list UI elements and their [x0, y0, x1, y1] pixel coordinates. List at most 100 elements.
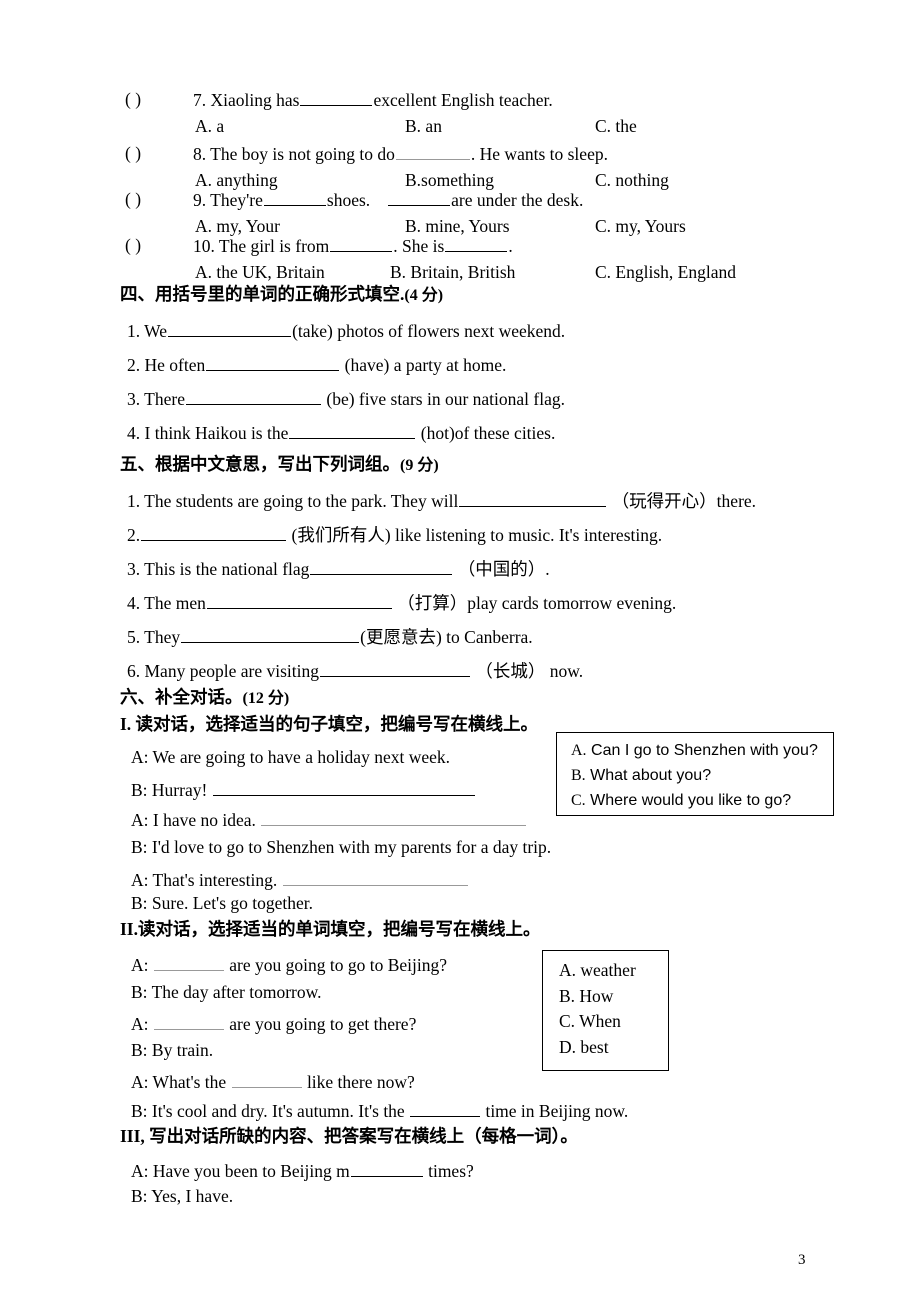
- mcq-option-9-b[interactable]: B. mine, Yours: [405, 216, 510, 237]
- answer-blank[interactable]: [168, 320, 292, 338]
- item-text-pre: 3. This is the national flag: [127, 559, 310, 580]
- dialogue-line-pre: A:: [131, 1014, 149, 1035]
- mcq-option-8-b[interactable]: B.something: [405, 170, 494, 191]
- section-five-heading-text: 五、根据中文意思，写出下列词组。: [120, 454, 400, 474]
- option-letter: B.: [571, 767, 586, 784]
- mcq-marker-8[interactable]: ( ): [125, 143, 141, 164]
- mcq-stem-9-post: are under the desk.: [451, 190, 584, 211]
- dialogue-three-line-2: B: Yes, I have.: [131, 1186, 234, 1206]
- mcq-stem-7-pre: 7. Xiaoling has: [193, 90, 300, 111]
- dialogue-line-pre: A:: [131, 955, 149, 976]
- item-text-post: (我们所有人) like listening to music. It's in…: [291, 525, 663, 546]
- section-four-heading: 四、用括号里的单词的正确形式填空.(4 分): [120, 284, 444, 304]
- answer-blank[interactable]: [153, 1013, 224, 1031]
- answer-blank[interactable]: [206, 354, 340, 372]
- dialogue-line-post: are you going to go to Beijing?: [229, 955, 447, 976]
- answer-blank[interactable]: [459, 490, 607, 508]
- answer-blank[interactable]: [212, 779, 475, 797]
- answer-blank[interactable]: [388, 189, 451, 207]
- mcq-option-10-c[interactable]: C. English, England: [595, 262, 736, 283]
- answer-blank[interactable]: [153, 954, 224, 972]
- section-six-points: (12 分): [242, 690, 290, 707]
- answer-blank[interactable]: [330, 235, 393, 253]
- mcq-option-10-a[interactable]: A. the UK, Britain: [195, 262, 325, 283]
- mcq-stem-10-post: .: [508, 236, 513, 257]
- word-option-b[interactable]: B. How: [559, 987, 668, 1006]
- section-four-points: (4 分): [404, 287, 444, 304]
- option-text: What about you?: [590, 767, 712, 784]
- section-four-item-1: 1. We (take) photos of flowers next weeke…: [127, 320, 565, 341]
- mcq-option-7-b[interactable]: B. an: [405, 116, 442, 137]
- word-option-a[interactable]: A. weather: [559, 961, 668, 980]
- mcq-option-10-b[interactable]: B. Britain, British: [390, 262, 515, 283]
- answer-blank[interactable]: [231, 1071, 302, 1089]
- mcq-stem-9: 9. They're shoes. are under the desk.: [193, 189, 583, 210]
- item-text-post: (take) photos of flowers next weekend.: [292, 321, 566, 342]
- section-five-item-1: 1. The students are going to the park. T…: [127, 490, 756, 511]
- answer-blank[interactable]: [395, 143, 470, 161]
- item-text-pre: 5. They: [127, 627, 181, 648]
- word-option-d[interactable]: D. best: [559, 1038, 668, 1057]
- section-five-item-5: 5. They (更愿意去) to Canberra.: [127, 626, 533, 647]
- answer-blank[interactable]: [319, 660, 470, 678]
- mcq-stem-10: 10. The girl is from . She is.: [193, 235, 513, 256]
- section-six-heading: 六、补全对话。(12 分): [120, 687, 290, 707]
- mcq-marker-10[interactable]: ( ): [125, 235, 141, 256]
- answer-blank[interactable]: [261, 809, 527, 827]
- answer-blank[interactable]: [186, 388, 321, 406]
- mcq-stem-8-post: . He wants to sleep.: [470, 144, 608, 165]
- dialogue-line-text: A: That's interesting.: [131, 870, 278, 891]
- option-letter: A.: [571, 742, 587, 759]
- answer-blank[interactable]: [282, 869, 468, 887]
- mcq-option-9-c[interactable]: C. my, Yours: [595, 216, 686, 237]
- dialogue-one-line-2: B: Hurray!: [131, 779, 476, 800]
- answer-blank[interactable]: [310, 558, 453, 576]
- section-four-item-2: 2. He often (have) a party at home.: [127, 354, 506, 375]
- sentence-option-c[interactable]: C. Where would you like to go?: [571, 793, 833, 809]
- dialogue-two-line-5: A: What's the like there now?: [131, 1071, 415, 1092]
- section-four-heading-text: 四、用括号里的单词的正确形式填空.: [120, 284, 405, 304]
- sentence-option-a[interactable]: A. Can I go to Shenzhen with you?: [571, 743, 833, 759]
- option-text: Can I go to Shenzhen with you?: [591, 742, 818, 759]
- dialogue-line-text: B: Hurray!: [131, 780, 208, 801]
- answer-blank[interactable]: [410, 1100, 481, 1118]
- dialogue-one-line-5: A: That's interesting.: [131, 869, 469, 890]
- dialogue-one-line-3: A: I have no idea.: [131, 809, 527, 830]
- item-text-pre: 4. I think Haikou is the: [127, 423, 289, 444]
- answer-blank[interactable]: [206, 592, 392, 610]
- section-six-part-three-heading: III, 写出对话所缺的内容、把答案写在横线上（每格一词）。: [120, 1126, 578, 1146]
- answer-blank[interactable]: [263, 189, 326, 207]
- mcq-stem-7: 7. Xiaoling has excellent English teacher…: [193, 89, 553, 110]
- answer-blank[interactable]: [300, 89, 373, 107]
- dialogue-three-line-1: A: Have you been to Beijing m times?: [131, 1160, 474, 1181]
- item-text-pre: 1. The students are going to the park. T…: [127, 491, 459, 512]
- section-six-part-one-heading: I. 读对话，选择适当的句子填空，把编号写在横线上。: [120, 714, 539, 734]
- mcq-option-7-c[interactable]: C. the: [595, 116, 637, 137]
- mcq-stem-8-pre: 8. The boy is not going to do: [193, 144, 395, 165]
- mcq-option-8-a[interactable]: A. anything: [195, 170, 278, 191]
- section-five-item-3: 3. This is the national flag （中国的）.: [127, 558, 550, 579]
- mcq-stem-9-pre: 9. They're: [193, 190, 263, 211]
- word-option-c[interactable]: C. When: [559, 1012, 668, 1031]
- mcq-option-9-a[interactable]: A. my, Your: [195, 216, 280, 237]
- item-text-pre: 2.: [127, 525, 141, 546]
- item-text-pre: 6. Many people are visiting: [127, 661, 319, 682]
- mcq-option-7-a[interactable]: A. a: [195, 116, 224, 137]
- mcq-option-8-c[interactable]: C. nothing: [595, 170, 669, 191]
- answer-blank[interactable]: [445, 235, 508, 253]
- dialogue-one-line-1: A: We are going to have a holiday next w…: [131, 747, 450, 767]
- dialogue-two-line-2: B: The day after tomorrow.: [131, 982, 322, 1002]
- item-text-post: (be) five stars in our national flag.: [326, 389, 565, 410]
- sentence-option-b[interactable]: B. What about you?: [571, 768, 833, 784]
- mcq-stem-10-mid: . She is: [393, 236, 445, 257]
- section-six-heading-text: 六、补全对话。: [120, 687, 243, 707]
- mcq-marker-7[interactable]: ( ): [125, 89, 141, 110]
- dialogue-one-line-4: B: I'd love to go to Shenzhen with my pa…: [131, 837, 552, 857]
- section-four-item-4: 4. I think Haikou is the (hot)of these c…: [127, 422, 555, 443]
- mcq-marker-9[interactable]: ( ): [125, 189, 141, 210]
- answer-blank[interactable]: [141, 524, 287, 542]
- answer-blank[interactable]: [181, 626, 360, 644]
- answer-blank[interactable]: [350, 1160, 423, 1178]
- answer-blank[interactable]: [289, 422, 416, 440]
- dialogue-line-post: like there now?: [306, 1072, 415, 1093]
